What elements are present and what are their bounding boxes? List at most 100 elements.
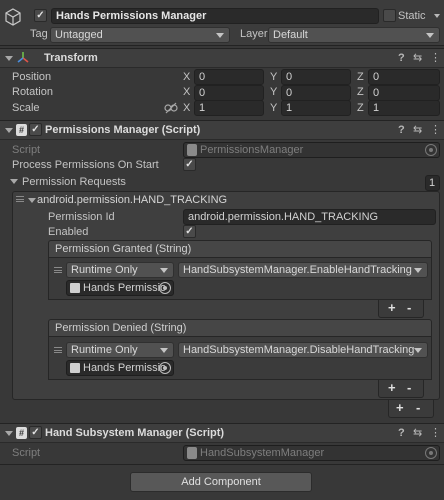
enabled-checkbox[interactable]: ✓ <box>183 225 196 238</box>
static-label: Static <box>398 10 426 22</box>
granted-runtime-value: Runtime Only <box>71 264 138 276</box>
static-checkbox[interactable] <box>383 9 396 22</box>
permission-element-title[interactable]: android.permission.HAND_TRACKING <box>37 193 227 207</box>
transform-header[interactable]: Transform ? ⇆ ⋮ <box>0 48 444 68</box>
context-menu-icon[interactable]: ⋮ <box>430 51 441 65</box>
permission-granted-title: Permission Granted (String) <box>55 243 192 255</box>
granted-runtime-dropdown[interactable]: Runtime Only <box>66 262 174 278</box>
scale-x-axis[interactable]: X <box>183 101 190 115</box>
rotation-z-axis[interactable]: Z <box>357 85 364 99</box>
remove-element-button[interactable]: - <box>416 400 420 416</box>
hand-subsystem-enabled-checkbox[interactable]: ✓ <box>29 426 42 439</box>
presets-icon[interactable]: ⇆ <box>413 51 422 65</box>
presets-icon[interactable]: ⇆ <box>413 123 422 137</box>
help-icon[interactable]: ? <box>398 123 405 137</box>
chevron-down-icon <box>216 33 224 38</box>
chevron-down-icon <box>414 268 422 273</box>
transform-title: Transform <box>44 52 98 64</box>
tag-dropdown-value: Untagged <box>55 29 103 41</box>
drag-handle-icon[interactable] <box>54 267 62 273</box>
enabled-label: Enabled <box>48 226 89 238</box>
help-icon[interactable]: ? <box>398 426 405 440</box>
permission-granted-event-header: Permission Granted (String) <box>48 240 432 258</box>
foldout-arrow-icon[interactable] <box>5 128 13 133</box>
object-picker-icon[interactable] <box>159 282 171 294</box>
position-y-field[interactable]: 0 <box>281 69 351 85</box>
presets-icon[interactable]: ⇆ <box>413 426 422 440</box>
rotation-label: Rotation <box>12 86 53 98</box>
object-picker-icon[interactable] <box>159 362 171 374</box>
permission-requests-add-remove: + - <box>388 400 434 418</box>
granted-function-dropdown[interactable]: HandSubsystemManager.EnableHandTracking <box>178 262 428 278</box>
gameobject-icon <box>70 283 80 293</box>
script-icon: # <box>16 124 27 136</box>
scale-z-field[interactable]: 1 <box>368 100 440 116</box>
rotation-z-field[interactable]: 0 <box>368 85 440 101</box>
process-permissions-label: Process Permissions On Start <box>12 159 159 171</box>
scale-x-field[interactable]: 1 <box>194 100 264 116</box>
position-label: Position <box>12 71 52 83</box>
position-y-axis[interactable]: Y <box>270 70 277 84</box>
position-z-field[interactable]: 0 <box>368 69 440 85</box>
add-listener-button[interactable]: + <box>388 380 396 396</box>
script-icon <box>187 144 197 156</box>
denied-function-dropdown[interactable]: HandSubsystemManager.DisableHandTracking <box>178 342 428 358</box>
layer-dropdown[interactable]: Default <box>268 27 440 43</box>
script-icon <box>187 447 197 459</box>
position-x-axis[interactable]: X <box>183 70 190 84</box>
hand-subsystem-script-field: HandSubsystemManager <box>183 445 440 461</box>
remove-listener-button[interactable]: - <box>407 380 411 396</box>
denied-function-value: HandSubsystemManager.DisableHandTracking <box>183 344 415 356</box>
hand-subsystem-title: Hand Subsystem Manager (Script) <box>45 427 225 439</box>
add-component-label: Add Component <box>181 476 261 488</box>
hand-subsystem-script-value: HandSubsystemManager <box>200 447 325 459</box>
help-icon[interactable]: ? <box>398 51 405 65</box>
constrain-proportions-link-icon[interactable] <box>164 102 178 114</box>
tag-dropdown[interactable]: Untagged <box>50 27 230 43</box>
drag-handle-icon[interactable] <box>16 196 24 202</box>
permission-id-label: Permission Id <box>48 211 115 223</box>
add-component-button[interactable]: Add Component <box>130 472 312 492</box>
permission-requests-label[interactable]: Permission Requests <box>22 175 126 189</box>
foldout-arrow-icon[interactable] <box>5 56 13 61</box>
gameobject-icon <box>70 363 80 373</box>
position-z-axis[interactable]: Z <box>357 70 364 84</box>
divider <box>0 464 444 465</box>
transform-icon <box>17 52 29 63</box>
foldout-arrow-icon[interactable] <box>5 431 13 436</box>
permission-id-field[interactable]: android.permission.HAND_TRACKING <box>183 209 436 225</box>
denied-add-remove: + - <box>378 380 424 398</box>
position-x-field[interactable]: 0 <box>194 69 264 85</box>
gameobject-name-field[interactable]: Hands Permissions Manager <box>51 8 379 24</box>
context-menu-icon[interactable]: ⋮ <box>430 123 441 137</box>
process-permissions-checkbox[interactable]: ✓ <box>183 158 196 171</box>
rotation-x-field[interactable]: 0 <box>194 85 264 101</box>
drag-handle-icon[interactable] <box>54 347 62 353</box>
granted-target-object-field[interactable]: Hands Permissio <box>66 280 174 296</box>
rotation-y-field[interactable]: 0 <box>281 85 351 101</box>
script-label: Script <box>12 144 41 156</box>
rotation-y-axis[interactable]: Y <box>270 85 277 99</box>
granted-add-remove: + - <box>378 300 424 318</box>
permission-requests-foldout-icon[interactable] <box>10 179 18 184</box>
static-dropdown-arrow-icon[interactable] <box>434 14 440 18</box>
add-listener-button[interactable]: + <box>388 300 396 316</box>
context-menu-icon[interactable]: ⋮ <box>430 426 441 440</box>
hand-subsystem-script-label: Script <box>12 447 41 459</box>
gameobject-active-checkbox[interactable]: ✓ <box>34 9 47 22</box>
chevron-down-icon <box>160 268 168 273</box>
denied-runtime-dropdown[interactable]: Runtime Only <box>66 342 174 358</box>
denied-runtime-value: Runtime Only <box>71 344 138 356</box>
permissions-manager-header[interactable]: # ✓ Permissions Manager (Script) ? ⇆ ⋮ <box>0 120 444 140</box>
scale-z-axis[interactable]: Z <box>357 101 364 115</box>
permissions-manager-enabled-checkbox[interactable]: ✓ <box>29 123 42 136</box>
scale-y-field[interactable]: 1 <box>281 100 351 116</box>
scale-y-axis[interactable]: Y <box>270 101 277 115</box>
element-foldout-icon[interactable] <box>28 198 36 203</box>
rotation-x-axis[interactable]: X <box>183 85 190 99</box>
remove-listener-button[interactable]: - <box>407 300 411 316</box>
add-element-button[interactable]: + <box>396 400 404 416</box>
denied-target-object-field[interactable]: Hands Permissio <box>66 360 174 376</box>
permission-requests-count-field[interactable]: 1 <box>425 175 440 191</box>
hand-subsystem-manager-header[interactable]: # ✓ Hand Subsystem Manager (Script) ? ⇆ … <box>0 423 444 443</box>
